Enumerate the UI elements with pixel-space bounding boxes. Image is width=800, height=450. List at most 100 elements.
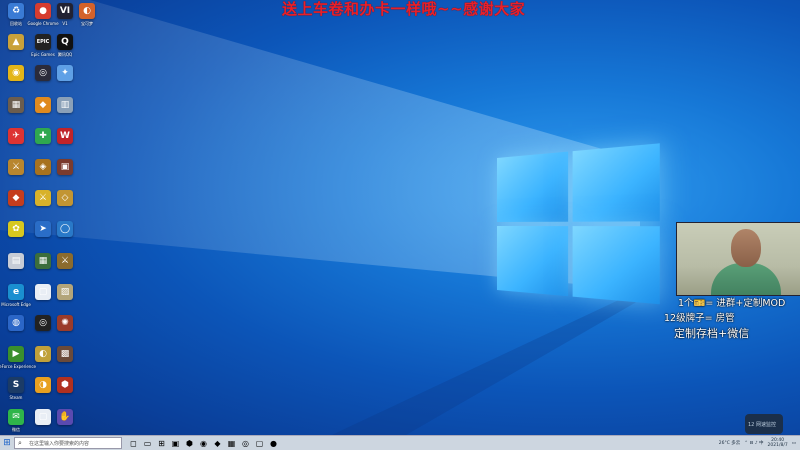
desktop-icon-label: 腾讯QQ: [57, 52, 73, 58]
app-icon: ◐: [35, 346, 51, 363]
desktop-icon-label: 回收站: [10, 21, 22, 26]
taskbar-app-button[interactable]: ◎: [239, 437, 252, 449]
app-icon: ◉: [8, 65, 24, 82]
desktop-icon[interactable]: ▶ GeForce Experience: [0, 346, 36, 376]
desktop-icon[interactable]: S Steam: [3, 377, 29, 407]
app-icon: ⚔: [8, 159, 24, 175]
stream-banner-text: 送上车卷和办卡一样哦~~感谢大家: [282, 0, 526, 18]
taskbar: ⊞ ⌕ 在这里输入你要搜索的内容 ◻ ▭ ⊞ ▣ ⬢ ◉ ◆ ▦ ◎ ▢ ● 26°C 多云 ⌃ ⊟…: [0, 435, 800, 450]
network-monitor-widget[interactable]: 12 网速监控: [745, 414, 783, 434]
app-icon: ✿: [8, 221, 24, 238]
taskbar-app-button[interactable]: ⊞: [155, 437, 168, 449]
app-icon: ▣: [57, 159, 73, 175]
desktop-icon[interactable]: ▩: [52, 346, 78, 376]
desktop-icon[interactable]: e Microsoft Edge: [1, 283, 31, 314]
app-icon: ▨: [57, 283, 73, 300]
app-icon: Q: [57, 34, 73, 51]
desktop-icon[interactable]: ▦: [3, 96, 29, 127]
app-icon: ✚: [35, 127, 51, 144]
desktop-icon[interactable]: ◆: [3, 190, 29, 220]
weather-label[interactable]: 26°C 多云: [719, 440, 741, 446]
app-icon: ◍: [8, 315, 24, 331]
desktop-icon[interactable]: ⚔: [3, 159, 29, 189]
desktop-icon[interactable]: ◯: [52, 221, 78, 251]
app-icon: S: [8, 377, 24, 394]
app-icon: ▢: [35, 283, 51, 300]
app-icon: ✦: [57, 65, 73, 82]
taskbar-app-button[interactable]: ▦: [225, 437, 238, 449]
taskbar-app-button[interactable]: ◆: [211, 437, 224, 449]
desktop-icon-label: V1: [62, 21, 68, 26]
taskbar-app-button[interactable]: ●: [267, 437, 280, 449]
clock[interactable]: 20:40 2021/8/7: [768, 438, 788, 448]
search-icon: ⌕: [18, 439, 22, 447]
desktop-icon[interactable]: ◐ 宝可梦: [74, 3, 100, 33]
app-icon: ▲: [8, 34, 24, 51]
overlay-line: 12级牌子= 房管: [664, 313, 735, 324]
taskbar-app-button[interactable]: ▣: [169, 437, 182, 449]
clock-date: 2021/8/7: [767, 443, 788, 448]
desktop-icon-label: 宝可梦: [81, 21, 93, 26]
app-icon: ▤: [8, 252, 24, 269]
app-icon: ◑: [35, 377, 51, 394]
desktop-icon[interactable]: ▤: [3, 252, 29, 283]
desktop-icon[interactable]: W: [52, 127, 78, 158]
app-icon: ➤: [35, 221, 51, 238]
system-tray: 26°C 多云 ⌃ ⊟ ♪ 中 20:40 2021/8/7 ▭: [719, 436, 796, 450]
stream-info-overlay: 1个🎫= 进群+定制MOD 12级牌子= 房管 定制存档+微信: [660, 296, 785, 341]
app-icon: ◇: [57, 190, 73, 207]
app-icon: ▩: [57, 346, 73, 363]
desktop-icon[interactable]: ◍: [3, 315, 29, 345]
app-icon: ▶: [8, 346, 24, 363]
app-icon: ●: [35, 3, 51, 19]
desktop-icon[interactable]: ⚔: [52, 252, 78, 283]
taskbar-app-button[interactable]: ▢: [253, 437, 266, 449]
app-icon: ✉: [8, 408, 24, 425]
overlay-line: 定制存档+微信: [674, 327, 750, 340]
app-icon: ▥: [57, 96, 73, 113]
app-icon: W: [57, 127, 73, 144]
app-icon: EPIC: [35, 34, 51, 51]
desktop-icon[interactable]: ✿: [3, 221, 29, 251]
desktop-icon[interactable]: ♻ 回收站: [3, 3, 29, 33]
app-icon: VI: [57, 3, 73, 19]
app-icon: ⬢: [57, 377, 73, 394]
windows-logo: [497, 143, 661, 307]
search-input[interactable]: ⌕ 在这里输入你要搜索的内容: [14, 437, 122, 449]
taskbar-apps: ◻ ▭ ⊞ ▣ ⬢ ◉ ◆ ▦ ◎ ▢ ●: [126, 437, 280, 449]
taskbar-app-button[interactable]: ◻: [127, 437, 140, 449]
taskbar-app-button[interactable]: ▭: [141, 437, 154, 449]
desktop-icon[interactable]: ✦: [52, 65, 78, 95]
app-icon: ◐: [79, 3, 95, 19]
app-icon: ◆: [8, 190, 24, 207]
app-icon: ◎: [35, 65, 51, 82]
taskbar-app-button[interactable]: ◉: [197, 437, 210, 449]
desktop-icon[interactable]: ✈: [3, 127, 29, 158]
desktop-icon[interactable]: ◉: [3, 65, 29, 95]
desktop-icon[interactable]: ▣: [52, 159, 78, 189]
tray-icons[interactable]: ⌃ ⊟ ♪ 中: [744, 440, 763, 446]
taskbar-app-button[interactable]: ⬢: [183, 437, 196, 449]
desktop-icon[interactable]: ▨: [52, 283, 78, 314]
desktop-icon[interactable]: ◇: [52, 190, 78, 220]
desktop-icon-label: Steam: [9, 395, 23, 401]
desktop-icon[interactable]: Q 腾讯QQ: [52, 34, 78, 64]
app-icon: ♻: [8, 3, 24, 19]
app-icon: ⚔: [35, 190, 51, 207]
desktop-icon[interactable]: ✺: [52, 315, 78, 345]
app-icon: ⚔: [57, 252, 73, 269]
app-icon: ✺: [57, 315, 73, 331]
app-icon: ▢: [35, 408, 51, 425]
desktop-icon[interactable]: ▲: [3, 34, 29, 64]
windows-icon[interactable]: ⊞: [0, 436, 14, 450]
notification-icon[interactable]: ▭: [792, 441, 796, 446]
app-icon: ▦: [8, 96, 24, 113]
desktop-icon[interactable]: ▥: [52, 96, 78, 127]
app-icon: ✈: [8, 127, 24, 144]
app-icon: ▦: [35, 252, 51, 269]
desktop-icon[interactable]: ⬢: [52, 377, 78, 407]
desktop-icon-label: Microsoft Edge: [1, 301, 31, 307]
desktop-icon-label: 微信: [12, 426, 20, 432]
search-placeholder: 在这里输入你要搜索的内容: [29, 440, 90, 447]
app-icon: ✋: [57, 408, 73, 425]
